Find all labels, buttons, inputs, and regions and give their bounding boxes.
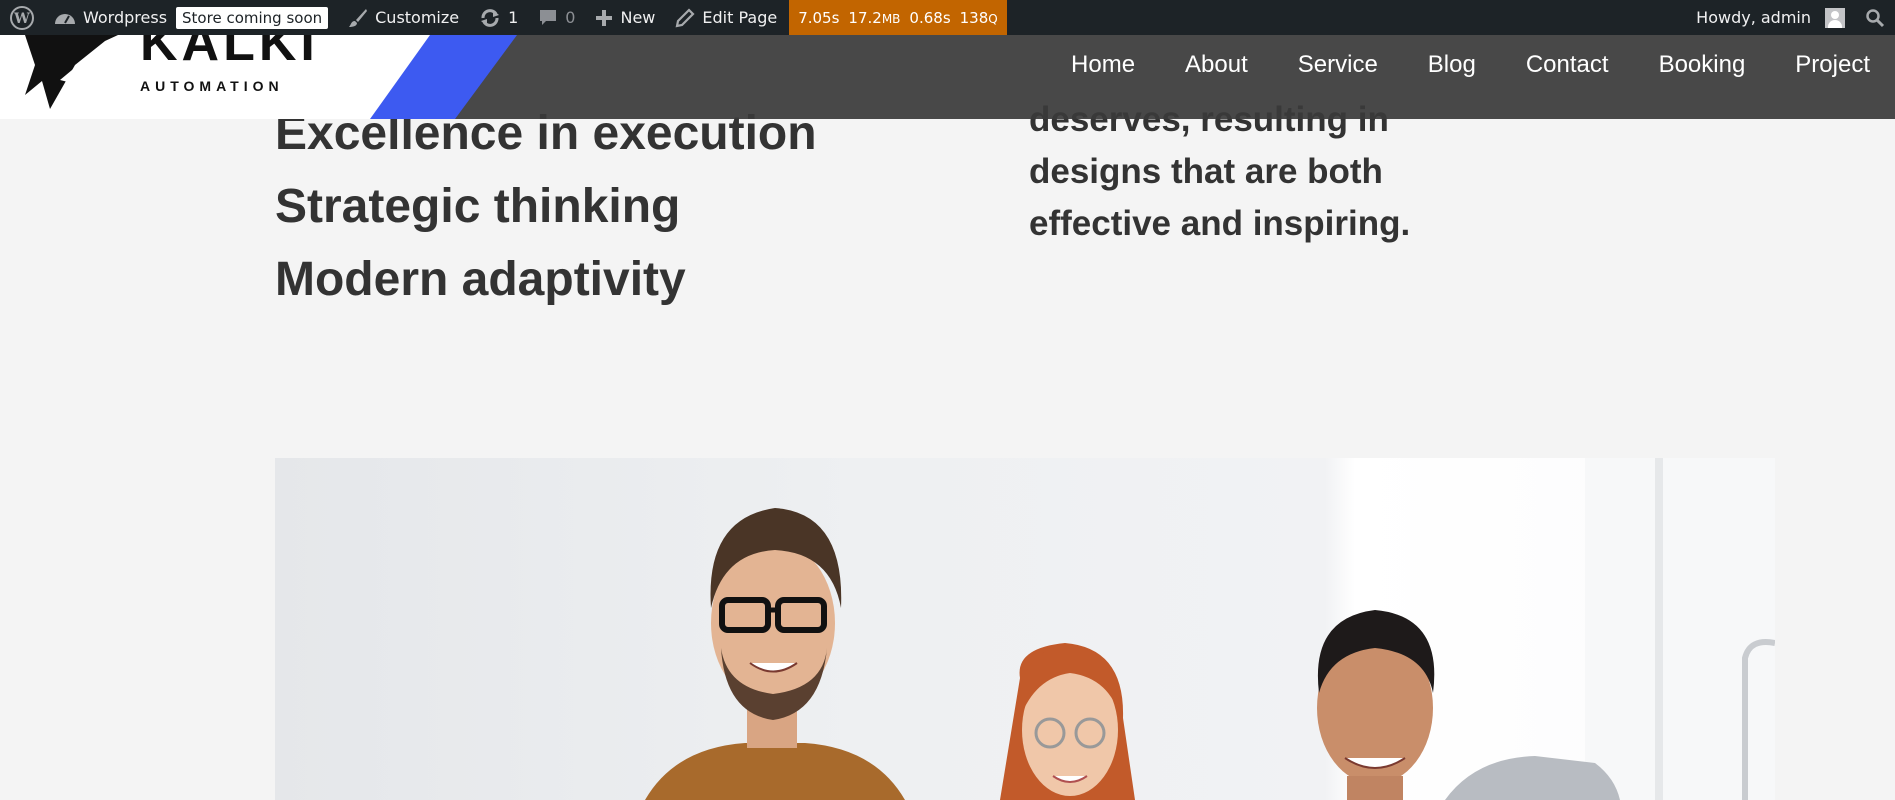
- update-icon: [479, 8, 501, 28]
- customize-label: Customize: [375, 8, 460, 27]
- howdy-label: Howdy, admin: [1696, 8, 1811, 27]
- site-name-menu[interactable]: Wordpress Store coming soon: [44, 0, 338, 35]
- logo-tagline: AUTOMATION: [140, 78, 284, 94]
- site-name-label: Wordpress: [83, 8, 168, 27]
- updates-link[interactable]: 1: [469, 0, 528, 35]
- wp-admin-bar: W Wordpress Store coming soon Customize …: [0, 0, 1895, 35]
- query-monitor-stats[interactable]: 7.05s 17.2MB 0.68s 138Q: [789, 0, 1007, 35]
- customize-link[interactable]: Customize: [338, 0, 469, 35]
- value-item: Strategic thinking: [275, 180, 681, 233]
- nav-project[interactable]: Project: [1795, 51, 1870, 79]
- nav-blog[interactable]: Blog: [1428, 51, 1476, 79]
- new-label: New: [620, 8, 656, 27]
- qm-memory: 17.2MB: [848, 8, 901, 27]
- my-account-menu[interactable]: Howdy, admin: [1686, 0, 1855, 35]
- site-header: KALKI AUTOMATION Home About Service Blog…: [0, 35, 1895, 119]
- wp-logo-menu[interactable]: W: [0, 0, 44, 35]
- nav-service[interactable]: Service: [1298, 51, 1378, 79]
- pencil-icon: [675, 7, 695, 28]
- qm-page-time: 7.05s: [798, 8, 840, 27]
- wordpress-logo-icon: W: [10, 5, 34, 30]
- qm-db-time: 0.68s: [909, 8, 951, 27]
- search-icon: [1865, 8, 1885, 28]
- store-coming-soon-badge[interactable]: Store coming soon: [176, 6, 329, 29]
- edit-page-label: Edit Page: [702, 8, 778, 27]
- nav-contact[interactable]: Contact: [1526, 51, 1609, 79]
- comments-link[interactable]: 0: [528, 0, 585, 35]
- paragraph-line: effective and inspiring.: [1029, 204, 1411, 243]
- paragraph-line: designs that are both: [1029, 152, 1383, 191]
- plus-icon: [595, 9, 613, 27]
- new-content-link[interactable]: New: [585, 0, 665, 35]
- qm-queries: 138Q: [959, 8, 998, 27]
- logo-wing-icon: [25, 35, 118, 109]
- site-logo[interactable]: KALKI AUTOMATION: [0, 35, 430, 119]
- dashboard-icon: [54, 8, 76, 28]
- comment-icon: [538, 8, 558, 28]
- nav-about[interactable]: About: [1185, 51, 1248, 79]
- updates-count: 1: [508, 8, 519, 27]
- nav-booking[interactable]: Booking: [1659, 51, 1746, 79]
- value-item: Modern adaptivity: [275, 253, 686, 306]
- edit-page-link[interactable]: Edit Page: [665, 0, 787, 35]
- comments-count: 0: [565, 8, 576, 27]
- brush-icon: [348, 8, 368, 28]
- svg-text:W: W: [13, 11, 30, 27]
- main-nav: Home About Service Blog Contact Booking …: [1046, 35, 1885, 95]
- nav-home[interactable]: Home: [1071, 51, 1135, 79]
- values-list: Excellence in execution Strategic thinki…: [275, 97, 817, 316]
- team-photo: [275, 458, 1775, 800]
- avatar: [1825, 7, 1845, 28]
- search-toggle[interactable]: [1855, 0, 1895, 35]
